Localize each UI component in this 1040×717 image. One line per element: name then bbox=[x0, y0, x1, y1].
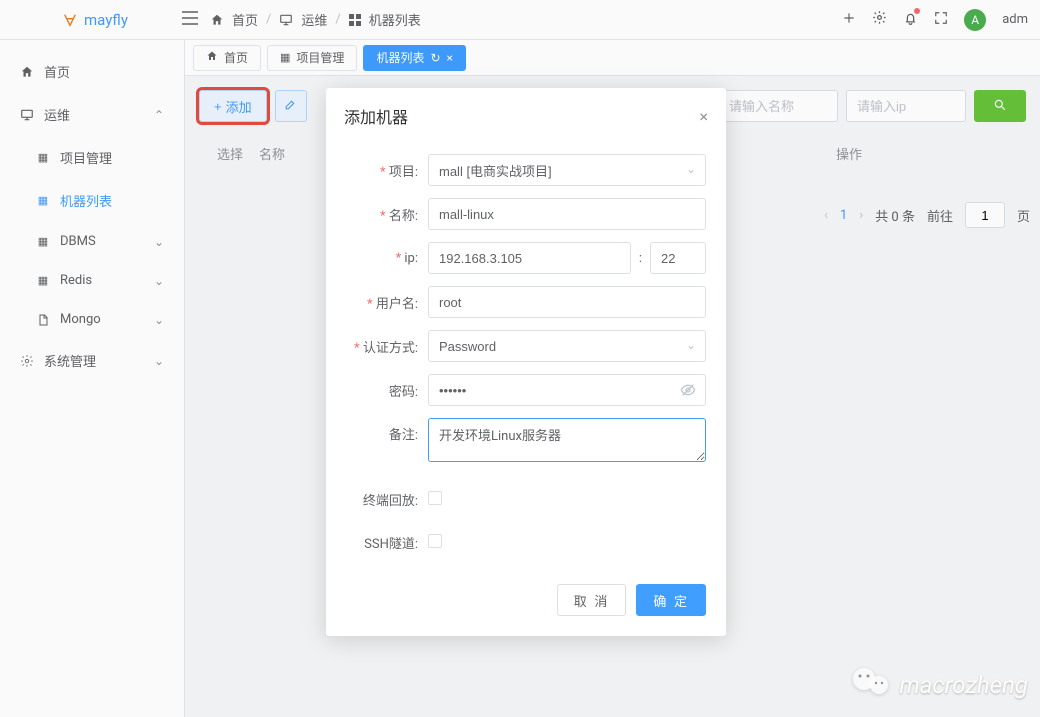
label-auth: 认证方式: bbox=[346, 337, 418, 356]
replay-checkbox[interactable] bbox=[428, 491, 442, 505]
label-project: 项目: bbox=[346, 161, 418, 180]
modal-header: 添加机器 × bbox=[326, 88, 726, 138]
cancel-button[interactable]: 取 消 bbox=[557, 584, 627, 616]
label-tunnel: SSH隧道: bbox=[346, 533, 418, 552]
tunnel-checkbox[interactable] bbox=[428, 534, 442, 548]
ip-port-sep: : bbox=[639, 251, 642, 266]
password-input[interactable] bbox=[428, 374, 706, 406]
watermark: macrozheng bbox=[851, 665, 1028, 705]
ip-input[interactable] bbox=[428, 242, 631, 274]
modal-body: 项目: ⌄ 名称: ip: : 用户名: 认证方式: bbox=[326, 138, 726, 574]
add-machine-modal: 添加机器 × 项目: ⌄ 名称: ip: : 用户名: 认证 bbox=[326, 88, 726, 636]
label-ip: ip: bbox=[346, 251, 418, 266]
modal-footer: 取 消 确 定 bbox=[326, 574, 726, 636]
eye-icon[interactable] bbox=[680, 382, 696, 402]
label-name: 名称: bbox=[346, 205, 418, 224]
label-replay: 终端回放: bbox=[346, 490, 418, 509]
wechat-icon bbox=[851, 665, 891, 705]
chevron-down-icon: ⌄ bbox=[686, 338, 696, 352]
user-input[interactable] bbox=[428, 286, 706, 318]
remark-textarea[interactable] bbox=[428, 418, 706, 462]
label-remark: 备注: bbox=[346, 418, 418, 443]
chevron-down-icon: ⌄ bbox=[686, 162, 696, 176]
modal-title: 添加机器 bbox=[344, 104, 408, 128]
label-password: 密码: bbox=[346, 381, 418, 400]
watermark-text: macrozheng bbox=[899, 671, 1028, 699]
label-user: 用户名: bbox=[346, 293, 418, 312]
port-input[interactable] bbox=[650, 242, 706, 274]
auth-select[interactable] bbox=[428, 330, 706, 362]
confirm-button[interactable]: 确 定 bbox=[636, 584, 706, 616]
close-icon[interactable]: × bbox=[699, 107, 708, 126]
project-select[interactable] bbox=[428, 154, 706, 186]
name-input[interactable] bbox=[428, 198, 706, 230]
